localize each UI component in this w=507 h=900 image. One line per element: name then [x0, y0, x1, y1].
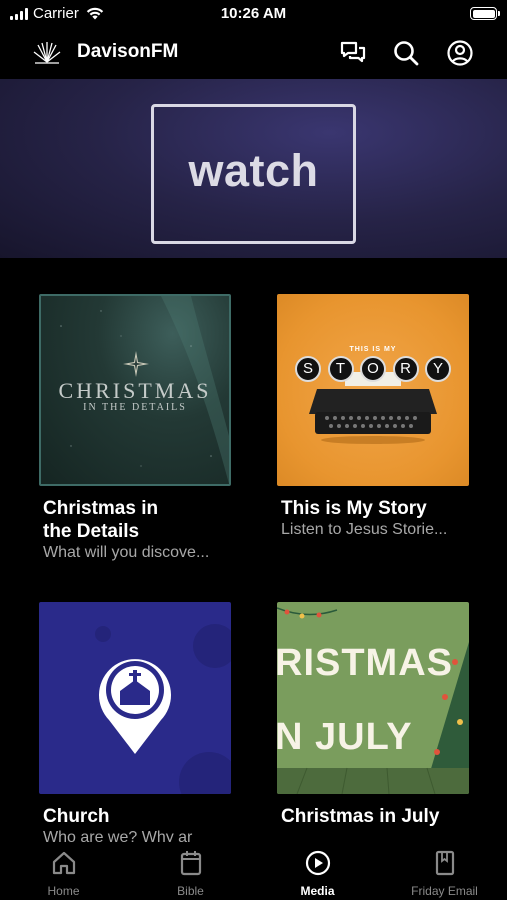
story-keys: S T O R Y	[295, 356, 451, 382]
tab-bible[interactable]: Bible	[127, 842, 254, 900]
card-title: Christmas in July	[281, 806, 440, 827]
status-time: 10:26 AM	[220, 5, 287, 22]
series-card-this-is-my-story[interactable]: THIS IS MY S T O R Y This is My Story Li…	[277, 294, 469, 540]
play-icon	[305, 850, 331, 876]
series-thumbnail: THIS IS MY S T O R Y	[277, 294, 469, 486]
story-key: Y	[425, 356, 451, 382]
series-thumbnail: CHRISTMAS IN THE DETAILS	[39, 294, 231, 486]
series-card-church[interactable]: Church Who are we? Why ar	[39, 602, 231, 848]
art-subtitle: IN THE DETAILS	[83, 402, 187, 413]
status-bar: Carrier 10:26 AM	[0, 0, 507, 28]
home-icon	[52, 851, 76, 875]
tab-media[interactable]: Media	[254, 842, 381, 900]
search-icon[interactable]	[392, 39, 420, 67]
art-line-2: N JULY	[277, 716, 413, 758]
watch-banner[interactable]: watch	[0, 79, 507, 258]
card-title: Christmas in the Details	[43, 498, 159, 542]
art-line-1: RISTMAS	[277, 642, 453, 684]
christmas-decor-illustration	[277, 607, 469, 794]
book-icon	[180, 851, 202, 876]
tab-label: Media	[300, 884, 335, 898]
church-pin-illustration	[95, 624, 231, 794]
story-key: T	[327, 356, 354, 382]
app-header: DavisonFM	[0, 28, 507, 78]
tab-home[interactable]: Home	[0, 842, 127, 900]
app-title: DavisonFM	[77, 41, 179, 62]
tab-label: Home	[47, 884, 80, 898]
card-subtitle: Listen to Jesus Storie...	[281, 521, 448, 538]
logo-icon	[33, 42, 61, 64]
story-key: O	[360, 356, 386, 382]
banner-frame: watch	[151, 104, 356, 244]
series-card-christmas-in-the-details[interactable]: CHRISTMAS IN THE DETAILS Christmas in th…	[39, 294, 231, 563]
art-title: CHRISTMAS	[58, 378, 212, 403]
banner-text: watch	[188, 145, 319, 196]
typewriter-illustration	[309, 372, 437, 444]
tab-label: Bible	[177, 884, 204, 898]
card-title: Church	[43, 806, 110, 827]
series-thumbnail	[39, 602, 231, 794]
profile-icon[interactable]	[446, 39, 474, 67]
card-title: This is My Story	[281, 498, 427, 519]
card-subtitle: What will you discove...	[43, 544, 210, 561]
bookmark-book-icon	[435, 850, 455, 876]
battery-icon	[470, 7, 500, 20]
tab-friday-email[interactable]: Friday Email	[381, 842, 507, 900]
story-key: R	[392, 356, 419, 382]
chat-bubbles-icon[interactable]	[339, 39, 367, 67]
tab-bar: Home Bible Media Friday Email	[0, 842, 507, 900]
story-key: S	[295, 356, 321, 382]
series-card-christmas-in-july[interactable]: RISTMAS N JULY Christmas in July	[277, 602, 469, 828]
series-thumbnail: RISTMAS N JULY	[277, 602, 469, 794]
tab-label: Friday Email	[411, 884, 478, 898]
star-icon	[123, 351, 149, 377]
